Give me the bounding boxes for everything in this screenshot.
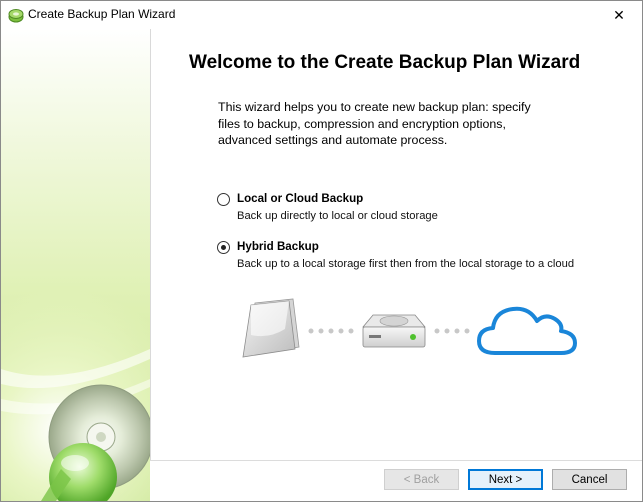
intro-line: This wizard helps you to create new back…: [218, 100, 531, 114]
page-title: Welcome to the Create Backup Plan Wizard: [189, 52, 581, 73]
backup-flow-diagram: [242, 298, 577, 358]
window-title: Create Backup Plan Wizard: [28, 7, 176, 21]
intro-line: advanced settings and automate process.: [218, 133, 448, 147]
radio-local-or-cloud[interactable]: [217, 193, 230, 206]
app-icon: [8, 9, 24, 23]
connector-dots: [434, 328, 470, 334]
wizard-window: Create Backup Plan Wizard ✕ Welcome to t…: [0, 0, 643, 502]
option-description: Back up directly to local or cloud stora…: [237, 210, 438, 222]
close-icon: ✕: [613, 6, 625, 23]
title-bar: Create Backup Plan Wizard ✕: [1, 1, 642, 29]
back-button[interactable]: < Back: [384, 469, 459, 490]
intro-line: files to backup, compression and encrypt…: [218, 116, 506, 131]
connector-dots: [308, 328, 354, 334]
radio-hybrid[interactable]: [217, 241, 230, 254]
next-button[interactable]: Next >: [468, 469, 543, 490]
disc-artwork-icon: [1, 349, 150, 501]
cloud-icon: [477, 306, 577, 355]
side-banner: [1, 29, 151, 501]
hard-drive-icon: [362, 314, 426, 348]
intro-text: This wizard helps you to create new back…: [218, 99, 578, 149]
option-description: Back up to a local storage first then fr…: [237, 258, 575, 270]
option-label[interactable]: Hybrid Backup: [237, 240, 319, 253]
cancel-button[interactable]: Cancel: [552, 469, 627, 490]
documents-icon: [242, 298, 300, 358]
close-button[interactable]: ✕: [596, 1, 642, 29]
option-label[interactable]: Local or Cloud Backup: [237, 192, 363, 205]
